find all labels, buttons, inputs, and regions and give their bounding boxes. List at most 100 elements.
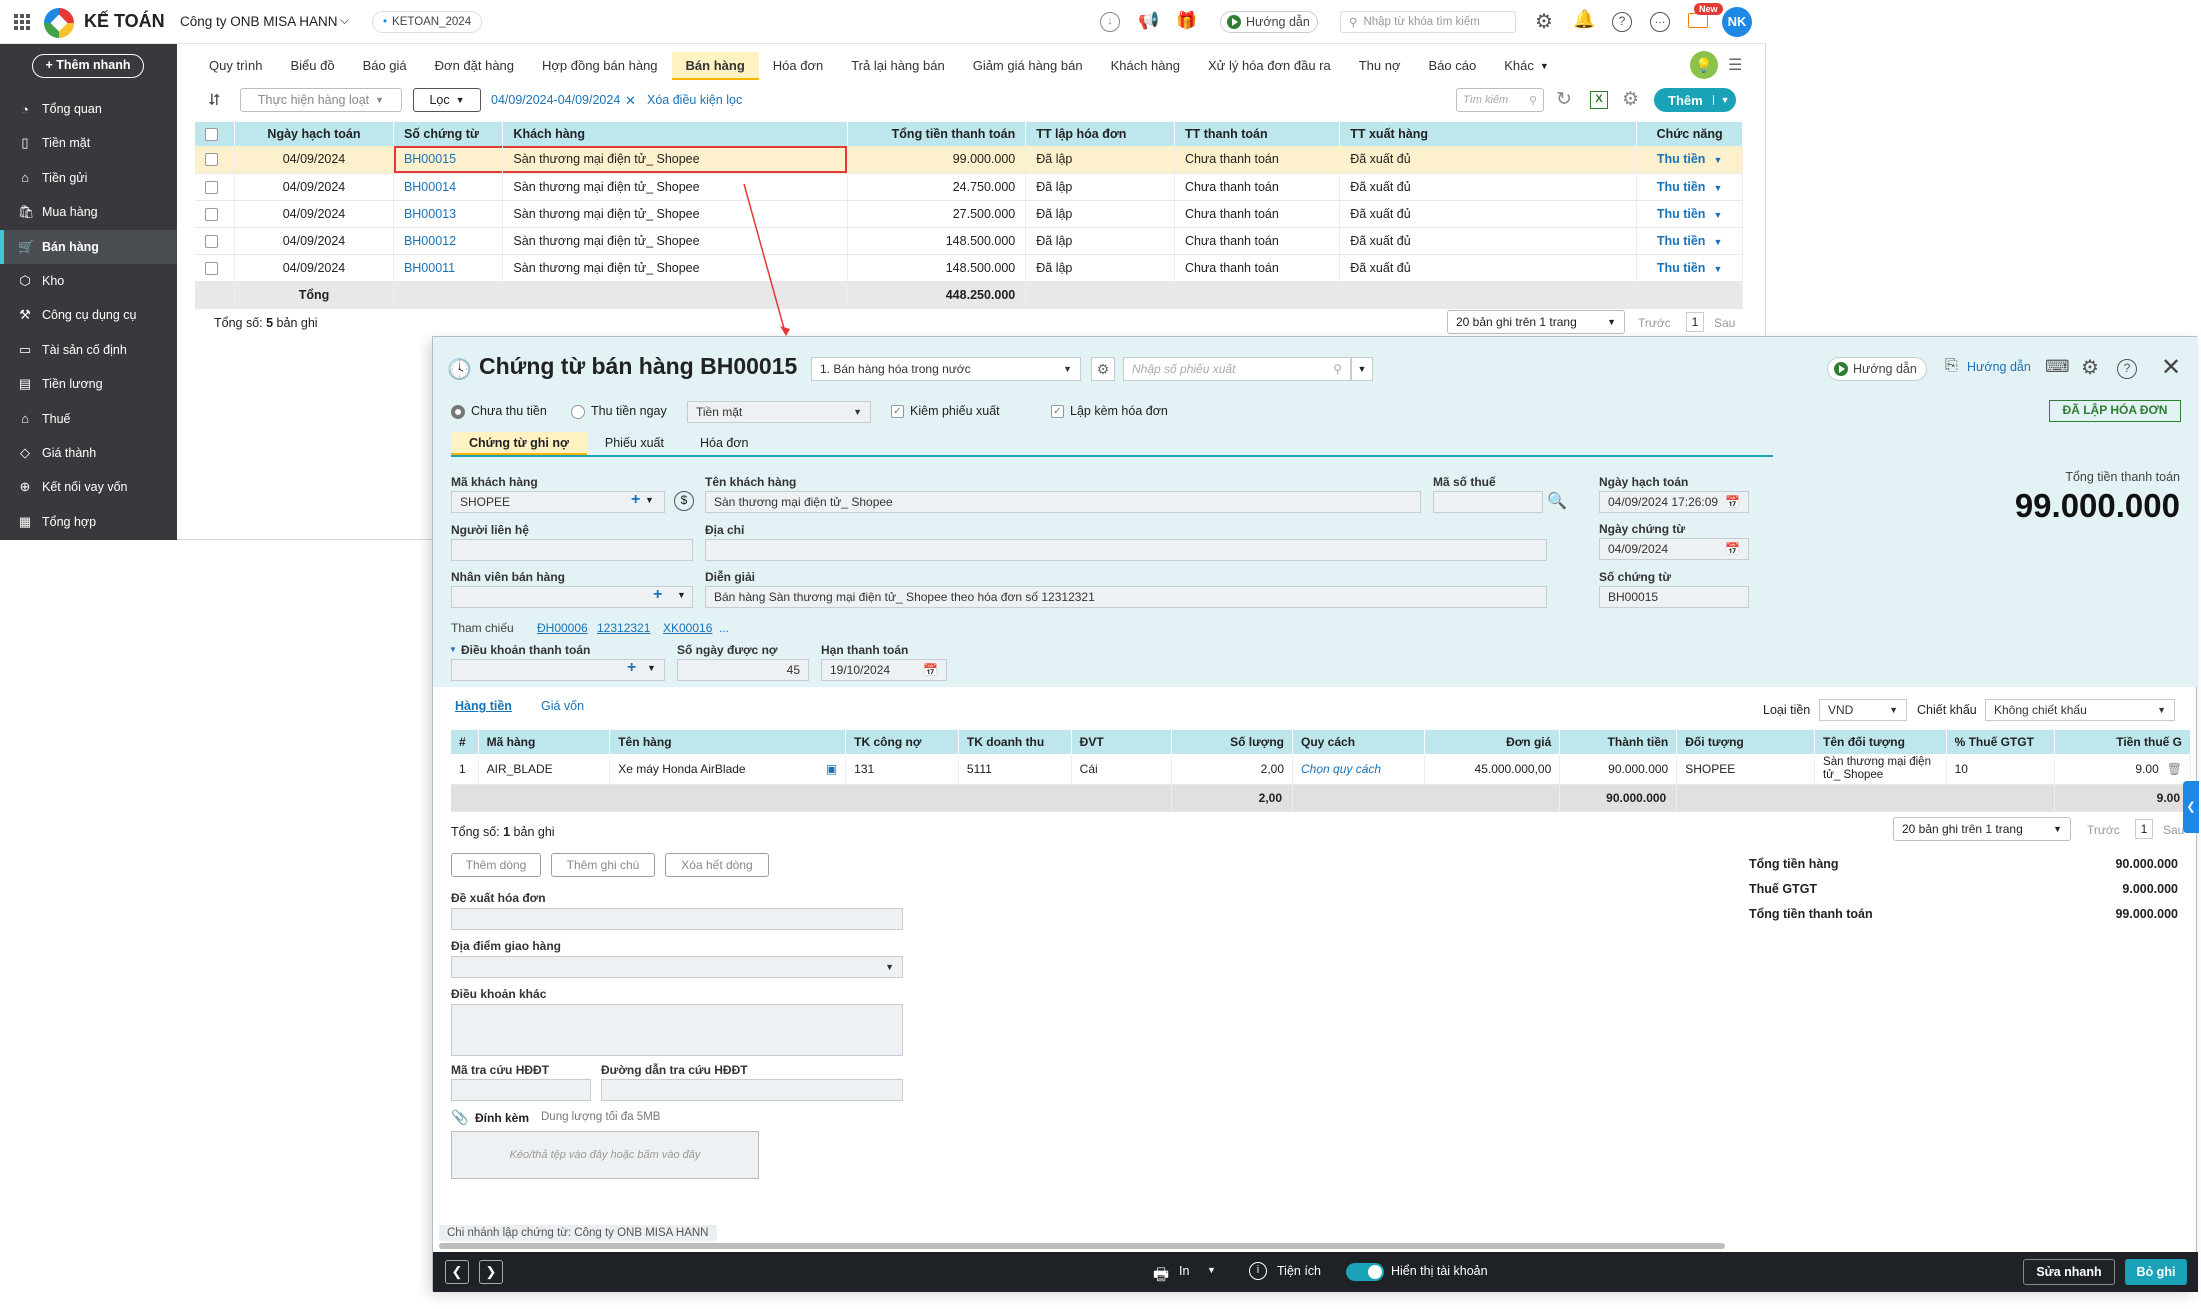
line-col-header-7[interactable]: Quy cách [1292,730,1425,754]
add-terms-plus-icon[interactable]: + [627,659,636,677]
customer-name-input[interactable]: Sàn thương mại điện tử_ Shopee [705,491,1421,513]
line-col-header-2[interactable]: Tên hàng [609,730,847,754]
currency-dollar-icon[interactable]: $ [674,491,694,511]
line-next-page[interactable]: Sau [2163,823,2184,837]
subtab-export-slip[interactable]: Phiếu xuất [587,432,682,455]
line-cell-6[interactable]: 2,00 [1171,754,1294,785]
unpaid-radio[interactable]: Chưa thu tiền [451,404,547,419]
with-invoice-checkbox[interactable]: ✓ Lập kèm hóa đơn [1051,404,1168,419]
delete-all-rows-button[interactable]: Xóa hết dòng [665,853,769,877]
quick-edit-button[interactable]: Sửa nhanh [2023,1259,2115,1285]
line-col-header-13[interactable]: Tiền thuế G [2054,730,2191,754]
payment-method-select[interactable]: Tiền mặt ▼ [687,401,871,423]
due-date-input[interactable]: 19/10/2024 📅 [821,659,947,681]
previous-record-button[interactable]: ❮ [445,1260,469,1284]
pay-now-radio[interactable]: Thu tiền ngay [571,404,667,419]
lookup-code-input[interactable] [451,1079,591,1101]
line-col-header-8[interactable]: Đơn giá [1424,730,1561,754]
line-cell-10[interactable]: SHOPEE [1676,754,1816,785]
guide-steps-icon[interactable]: ⎘ [1945,357,1958,375]
print-button[interactable]: In [1179,1264,1189,1278]
document-date-input[interactable]: 04/09/2024 📅 [1599,538,1749,560]
calendar-icon[interactable]: 📅 [1725,495,1740,509]
line-cell-2[interactable]: Xe máy Honda AirBlade ▣ [609,754,847,785]
help-video-button[interactable]: Hướng dẫn [1827,357,1927,381]
terms-dropdown-icon[interactable]: ▼ [647,663,656,673]
tax-code-input[interactable] [1433,491,1543,513]
file-drop-zone[interactable]: Kéo/thả tệp vào đây hoặc bấm vào đây [451,1131,759,1179]
customer-dropdown-icon[interactable]: ▼ [645,495,654,505]
item-image-icon[interactable]: ▣ [826,762,837,776]
line-tab-cost[interactable]: Giá vốn [541,699,584,713]
discount-select[interactable]: Không chiết khấu ▼ [1985,699,2175,721]
horizontal-scrollbar[interactable] [439,1243,1725,1249]
export-number-input[interactable]: Nhập số phiếu xuất ⚲ [1123,357,1351,381]
line-col-header-3[interactable]: TK công nợ [845,730,959,754]
export-settings-gear-icon[interactable]: ⚙ [1091,357,1115,381]
expand-side-panel-icon[interactable]: ❮ [2183,781,2199,833]
lookup-url-input[interactable] [601,1079,903,1101]
line-col-header-1[interactable]: Mã hàng [478,730,611,754]
line-tab-goods[interactable]: Hàng tiền [455,699,512,713]
line-col-header-11[interactable]: Tên đối tượng [1814,730,1947,754]
collapse-arrow-icon[interactable]: ▼ [449,645,457,654]
line-cell-5[interactable]: Cái [1071,754,1172,785]
form-help-icon[interactable]: ? [2117,359,2137,379]
staff-dropdown-icon[interactable]: ▼ [677,590,686,600]
export-slip-checkbox[interactable]: ✓ Kiêm phiếu xuất [891,404,1000,419]
line-cell-7[interactable]: Chọn quy cách [1292,754,1425,785]
subtab-invoice[interactable]: Hóa đơn [682,432,767,455]
calendar-icon[interactable]: 📅 [923,663,938,677]
tax-lookup-icon[interactable]: 🔍 [1547,491,1567,511]
voucher-type-select[interactable]: 1. Bán hàng hóa trong nước ▼ [811,357,1081,381]
reference-link-export[interactable]: XK00016 [663,621,712,635]
next-record-button[interactable]: ❯ [479,1260,503,1284]
add-note-button[interactable]: Thêm ghi chú [551,853,655,877]
delete-row-trash-icon[interactable]: 🗑 [2167,762,2182,776]
credit-days-input[interactable]: 45 [677,659,809,681]
currency-select[interactable]: VND ▼ [1819,699,1907,721]
show-accounts-toggle[interactable] [1346,1263,1384,1281]
document-number-input[interactable]: BH00015 [1599,586,1749,608]
line-col-header-10[interactable]: Đối tượng [1676,730,1816,754]
keyboard-shortcuts-icon[interactable]: ⌨ [2045,357,2070,377]
add-staff-plus-icon[interactable]: + [653,586,662,604]
address-input[interactable] [705,539,1547,561]
line-cell-12[interactable]: 10 [1946,754,2056,785]
invoice-request-input[interactable] [451,908,903,930]
reference-link-invoice[interactable]: 12312321 [597,621,650,635]
line-paging-select[interactable]: 20 bản ghi trên 1 trang ▼ [1893,817,2071,841]
export-number-dropdown-icon[interactable]: ▼ [1351,357,1373,381]
line-item-row[interactable]: 1 AIR_BLADE Xe máy Honda AirBlade ▣ 131 5111 C… [451,754,2191,785]
history-clock-icon[interactable]: 🕓 [447,357,472,382]
printer-icon[interactable]: 🖶 [1153,1262,1169,1291]
line-page-number[interactable]: 1 [2135,819,2153,839]
unpost-button[interactable]: Bỏ ghi [2125,1259,2187,1285]
delivery-place-select[interactable]: ▼ [451,956,903,978]
line-cell-3[interactable]: 131 [845,754,959,785]
calendar-icon[interactable]: 📅 [1725,542,1740,556]
other-terms-textarea[interactable] [451,1004,903,1056]
line-col-header-0[interactable]: # [451,730,479,754]
reference-more[interactable]: ... [719,621,729,635]
line-col-header-6[interactable]: Số lượng [1171,730,1294,754]
line-cell-9[interactable]: 90.000.000 [1559,754,1678,785]
close-icon[interactable]: ✕ [2161,353,2181,382]
guide-link[interactable]: Hướng dẫn [1967,360,2031,374]
contact-input[interactable] [451,539,693,561]
line-col-header-5[interactable]: ĐVT [1071,730,1172,754]
posting-date-input[interactable]: 04/09/2024 17:26:09 📅 [1599,491,1749,513]
utilities-button[interactable]: Tiện ích [1277,1264,1321,1278]
line-cell-11[interactable]: Sàn thương mại điện tử_ Shopee [1814,754,1947,785]
subtab-receivable[interactable]: Chứng từ ghi nợ [451,432,587,455]
line-cell-4[interactable]: 5111 [958,754,1072,785]
line-col-header-12[interactable]: % Thuế GTGT [1946,730,2056,754]
add-customer-plus-icon[interactable]: + [631,491,640,509]
reference-link-order[interactable]: ĐH00006 [537,621,588,635]
line-cell-0[interactable]: 1 [451,754,479,785]
form-settings-gear-icon[interactable]: ⚙ [2081,355,2099,380]
line-cell-13[interactable]: 9.00 🗑 [2054,754,2191,785]
line-col-header-4[interactable]: TK doanh thu [958,730,1072,754]
line-col-header-9[interactable]: Thành tiền [1559,730,1678,754]
line-prev-page[interactable]: Trước [2087,823,2120,837]
